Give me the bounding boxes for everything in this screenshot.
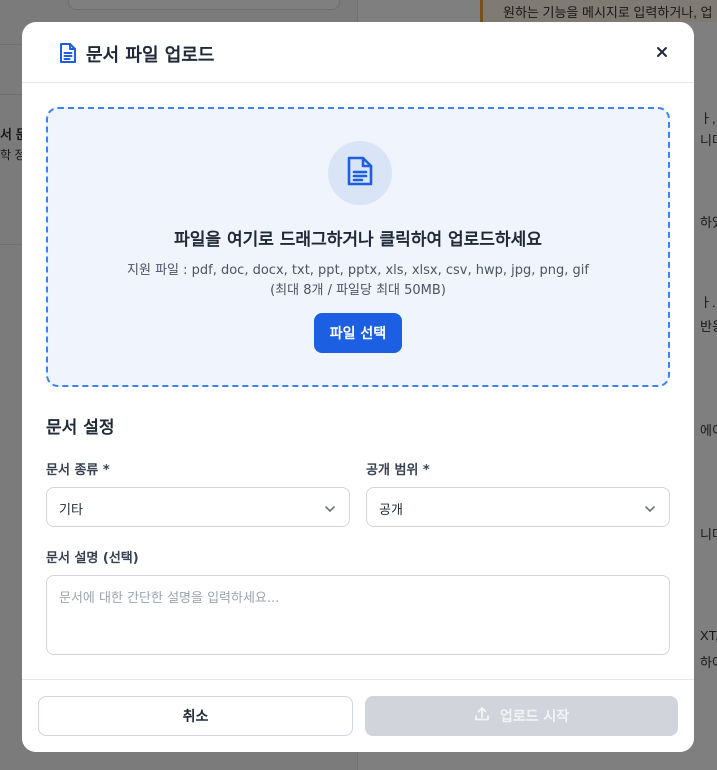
modal-title: 문서 파일 업로드 — [86, 45, 215, 66]
doc-type-label: 문서 종류 * — [46, 463, 110, 478]
visibility-select[interactable]: 공개 — [366, 487, 670, 527]
doc-type-select[interactable]: 기타 — [46, 487, 350, 527]
select-file-button[interactable]: 파일 선택 — [314, 313, 402, 353]
upload-limits: (최대 8개 / 파일당 최대 50MB) — [270, 283, 446, 298]
dropzone-icon-badge — [328, 141, 392, 205]
modal-footer: 취소 업로드 시작 — [22, 679, 694, 752]
settings-section-title: 문서 설정 — [46, 418, 115, 438]
file-dropzone[interactable]: 파일을 여기로 드래그하거나 클릭하여 업로드하세요 지원 파일 : pdf, … — [46, 107, 670, 387]
supported-formats: 지원 파일 : pdf, doc, docx, txt, ppt, pptx, … — [127, 263, 589, 278]
doc-type-value: 기타 — [59, 503, 83, 518]
upload-modal: 문서 파일 업로드 파일을 여기로 드래그하거나 클릭하여 업로드하세요 지원 … — [22, 22, 694, 752]
chevron-down-icon — [323, 501, 337, 515]
chevron-down-icon — [643, 501, 657, 515]
description-label: 문서 설명 (선택) — [46, 551, 139, 566]
modal-header: 문서 파일 업로드 — [22, 22, 694, 83]
close-icon — [655, 44, 669, 63]
document-icon — [58, 42, 78, 64]
document-icon — [345, 155, 375, 191]
start-upload-label: 업로드 시작 — [499, 709, 570, 725]
dropzone-title: 파일을 여기로 드래그하거나 클릭하여 업로드하세요 — [174, 230, 542, 250]
cancel-button[interactable]: 취소 — [38, 696, 353, 736]
visibility-value: 공개 — [379, 503, 403, 518]
start-upload-button[interactable]: 업로드 시작 — [365, 696, 678, 736]
upload-icon — [474, 706, 490, 726]
visibility-label: 공개 범위 * — [366, 463, 430, 478]
description-placeholder: 문서에 대한 간단한 설명을 입력하세요... — [59, 591, 280, 606]
close-button[interactable] — [650, 42, 674, 64]
description-textarea[interactable]: 문서에 대한 간단한 설명을 입력하세요... — [46, 575, 670, 655]
